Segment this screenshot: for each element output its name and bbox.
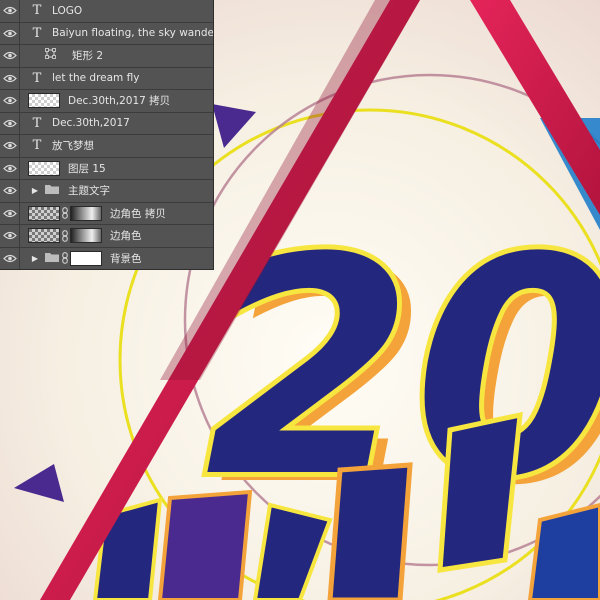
layer-row-let-the-dream-fly[interactable]: T let the dream fly — [0, 67, 213, 90]
eye-icon[interactable] — [0, 90, 20, 112]
layer-name: LOGO — [52, 4, 83, 17]
layer-row-dec[interactable]: T Dec.30th,2017 — [0, 112, 213, 135]
eye-icon[interactable] — [0, 135, 20, 157]
eye-icon[interactable] — [0, 67, 20, 90]
link-chain-icon[interactable] — [60, 251, 70, 266]
eye-icon[interactable] — [0, 112, 20, 135]
shape-layer-icon — [42, 48, 58, 63]
layer-mask-thumbnail[interactable] — [70, 228, 102, 244]
layer-row-corner-copy[interactable]: 边角色 拷贝 — [0, 202, 213, 225]
text-layer-icon: T — [32, 138, 42, 154]
eye-icon[interactable] — [0, 247, 20, 269]
layer-row-logo[interactable]: T LOGO — [0, 0, 213, 23]
layer-row-baiyun[interactable]: T Baiyun floating, the sky wander — [0, 22, 213, 45]
layer-row-rect2[interactable]: 矩形 2 — [0, 45, 213, 68]
layer-mask-thumbnail[interactable] — [70, 205, 102, 221]
layer-name: 边角色 拷贝 — [110, 207, 166, 220]
text-layer-icon: T — [32, 70, 42, 86]
eye-icon[interactable] — [0, 22, 20, 45]
layer-name: 背景色 — [110, 252, 142, 265]
layer-name: Baiyun floating, the sky wander — [52, 27, 213, 40]
layer-name: 边角色 — [110, 230, 142, 243]
eye-icon[interactable] — [0, 202, 20, 225]
eye-icon[interactable] — [0, 180, 20, 202]
layer-mask-thumbnail[interactable] — [70, 250, 102, 266]
eye-icon[interactable] — [0, 0, 20, 22]
layer-row-corner[interactable]: 边角色 — [0, 225, 213, 248]
folder-icon — [44, 251, 60, 266]
layer-row-group-theme[interactable]: ▶ 主题文字 — [0, 180, 213, 203]
layer-thumbnail — [28, 205, 60, 221]
link-chain-icon[interactable] — [60, 228, 70, 243]
layer-name: Dec.30th,2017 — [52, 117, 130, 130]
transparent-thumbnail — [28, 160, 60, 176]
text-layer-icon: T — [32, 115, 42, 131]
eye-icon[interactable] — [0, 45, 20, 67]
layer-thumbnail — [28, 228, 60, 244]
link-chain-icon[interactable] — [60, 206, 70, 221]
layer-name: 放飞梦想 — [52, 140, 94, 153]
layer-row-fangfei[interactable]: T 放飞梦想 — [0, 135, 213, 158]
transparent-thumbnail — [28, 93, 60, 109]
layer-row-dec-copy[interactable]: Dec.30th,2017 拷贝 — [0, 90, 213, 113]
expand-arrow-icon[interactable]: ▶ — [28, 254, 42, 263]
layer-row-background-group[interactable]: ▶ 背景色 — [0, 247, 213, 269]
eye-icon[interactable] — [0, 157, 20, 180]
layer-name: let the dream fly — [52, 72, 140, 85]
text-layer-icon: T — [32, 3, 42, 19]
text-layer-icon: T — [32, 25, 42, 41]
layer-row-layer15[interactable]: 图层 15 — [0, 157, 213, 180]
layers-panel: T LOGO T Baiyun floating, the sky wander… — [0, 0, 214, 270]
layer-name: 主题文字 — [68, 185, 110, 198]
expand-arrow-icon[interactable]: ▶ — [28, 186, 42, 195]
layer-name: 图层 15 — [68, 162, 106, 175]
layer-name: Dec.30th,2017 拷贝 — [68, 95, 171, 108]
folder-icon — [44, 183, 60, 198]
eye-icon[interactable] — [0, 225, 20, 247]
layer-name: 矩形 2 — [72, 50, 104, 63]
